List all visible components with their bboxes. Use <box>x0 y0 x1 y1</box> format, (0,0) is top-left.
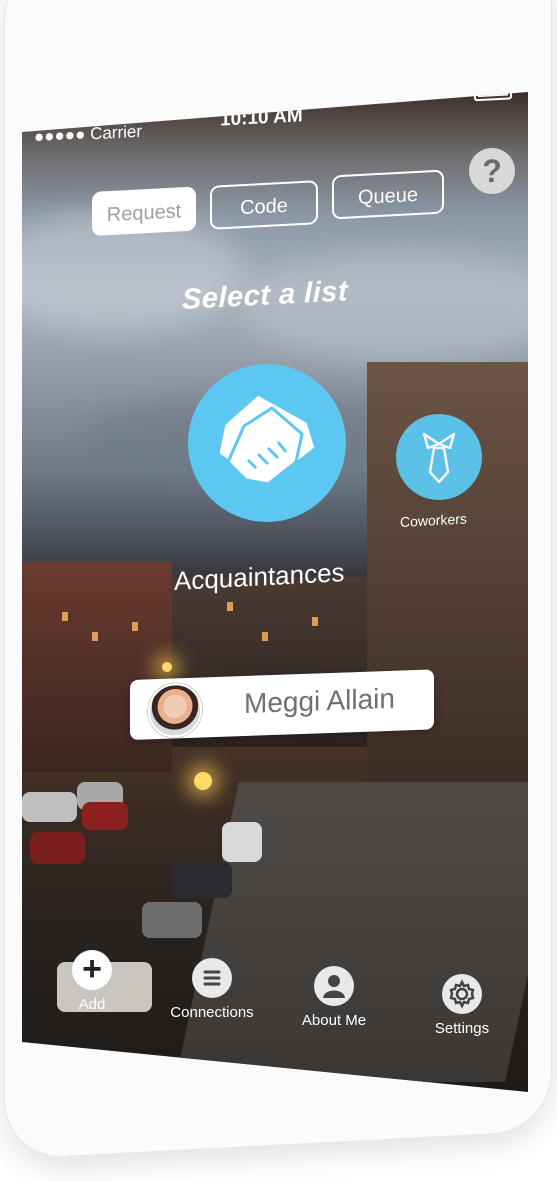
window-light <box>92 632 98 641</box>
plus-icon: + <box>72 950 112 990</box>
gear-icon <box>442 974 482 1014</box>
tabbar-add[interactable]: + Add <box>42 950 142 1013</box>
handshake-icon <box>216 392 318 486</box>
tab-code[interactable]: Code <box>210 180 318 230</box>
avatar <box>148 682 202 739</box>
coworkers-list-button[interactable] <box>396 414 482 500</box>
tabbar-about-me[interactable]: About Me <box>284 966 384 1029</box>
tabbar-connections-label: Connections <box>170 1004 254 1021</box>
window-light <box>262 632 268 641</box>
tab-queue[interactable]: Queue <box>332 169 444 220</box>
selected-contact-card[interactable]: Meggi Allain <box>130 669 434 740</box>
window-light <box>312 617 318 626</box>
tab-request[interactable]: Request <box>92 186 196 236</box>
parked-car <box>22 792 77 822</box>
tabbar-add-label: Add <box>78 996 106 1013</box>
tabbar-settings[interactable]: Settings <box>412 974 512 1037</box>
street-light <box>162 662 172 672</box>
tabbar-settings-label: Settings <box>434 1020 490 1037</box>
window-light <box>62 612 68 621</box>
menu-icon <box>192 958 232 998</box>
acquaintances-list-button[interactable] <box>188 364 346 522</box>
window-light <box>132 622 138 631</box>
parked-car <box>222 822 262 862</box>
parked-car <box>172 862 232 898</box>
window-light <box>227 602 233 611</box>
background-building <box>22 562 172 772</box>
necktie-icon <box>422 432 456 484</box>
tabbar-connections[interactable]: Connections <box>162 958 262 1021</box>
app-screen: ●●●●● Carrier 10:10 AM ? Request Code Qu… <box>22 92 528 1092</box>
help-button[interactable]: ? <box>469 148 515 194</box>
parked-car <box>82 802 128 830</box>
parked-car <box>142 902 202 938</box>
user-icon <box>314 966 354 1006</box>
parked-car <box>30 832 85 864</box>
street-light <box>194 772 212 790</box>
contact-name: Meggi Allain <box>244 682 395 720</box>
tabbar-about-me-label: About Me <box>301 1012 367 1029</box>
